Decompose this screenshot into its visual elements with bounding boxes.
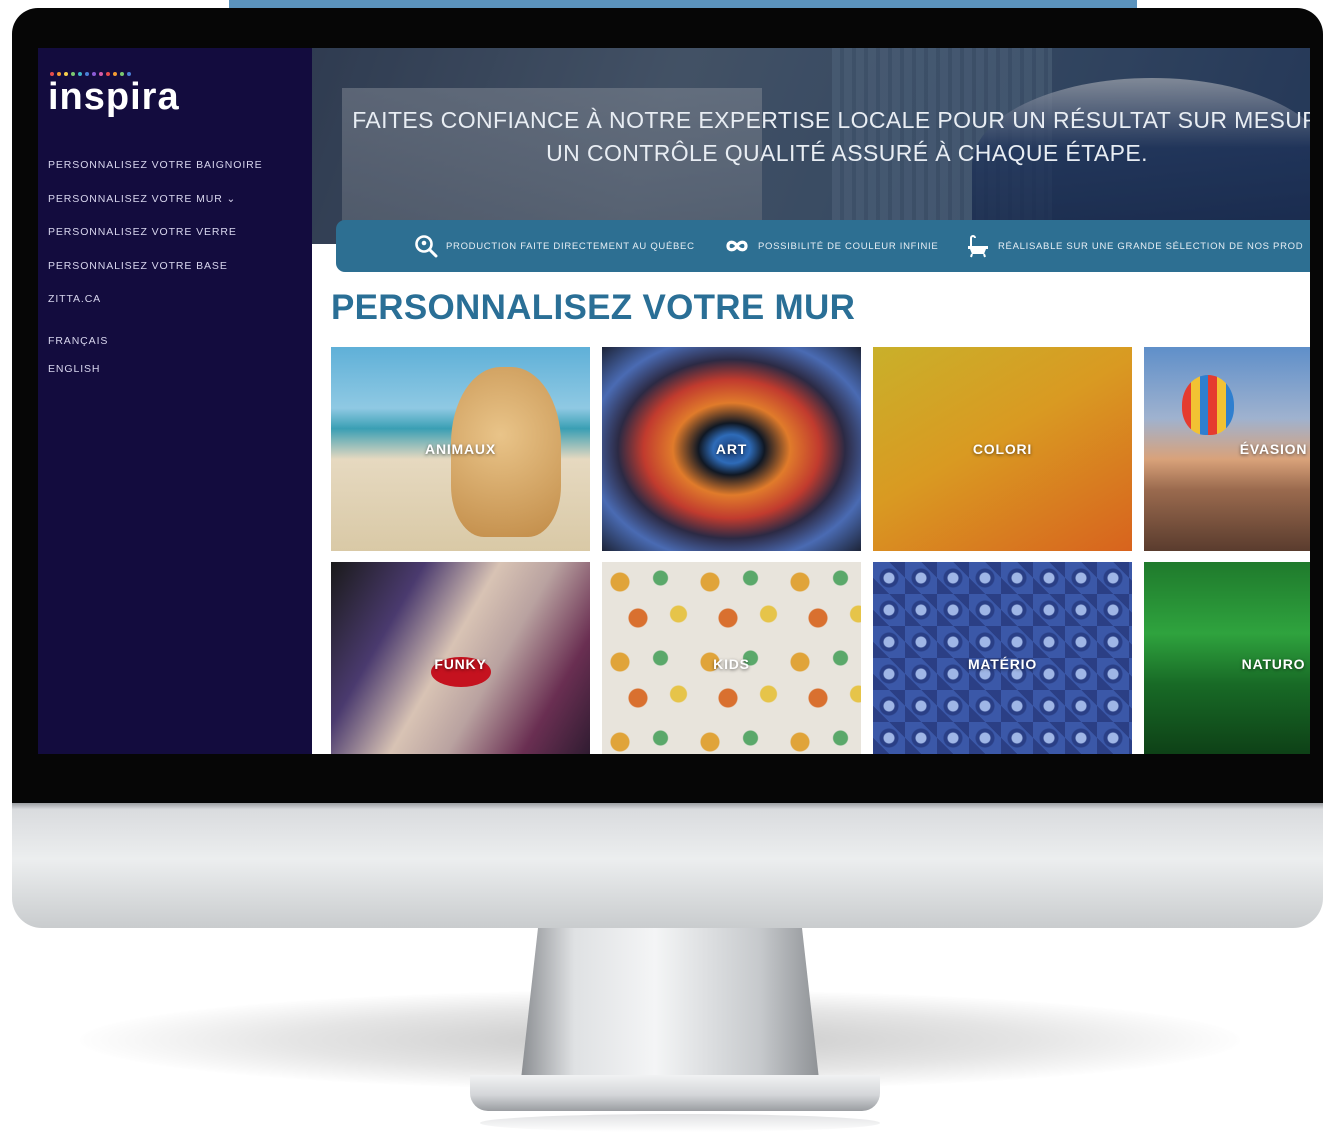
tile-label: ÉVASION (1239, 441, 1308, 457)
menu-item-baignoire[interactable]: PERSONNALISEZ VOTRE BAIGNOIRE (48, 158, 263, 192)
tile-label: ART (715, 441, 748, 457)
hero-line-2: UN CONTRÔLE QUALITÉ ASSURÉ À CHAQUE ÉTAP… (546, 140, 1148, 166)
category-tile-art[interactable]: ART (602, 347, 861, 551)
logo-text: inspira (48, 76, 180, 118)
monitor: inspira PERSONNALISEZ VOTRE BAIGNOIRE PE… (12, 8, 1323, 928)
tile-label: FUNKY (434, 656, 487, 672)
category-tile-animaux[interactable]: ANIMAUX (331, 347, 590, 551)
tile-label: KIDS (713, 656, 750, 672)
monitor-stand-base (470, 1075, 880, 1111)
menu-item-base[interactable]: PERSONNALISEZ VOTRE BASE (48, 259, 263, 293)
monitor-stand-neck (520, 928, 820, 1088)
tile-label: MATÉRIO (967, 656, 1038, 672)
feature-text: RÉALISABLE SUR UNE GRANDE SÉLECTION DE N… (998, 240, 1304, 252)
bathtub-icon (968, 235, 988, 258)
infinity-icon (726, 240, 748, 252)
page-title: PERSONNALISEZ VOTRE MUR (331, 288, 856, 327)
category-tile-naturo[interactable]: NATURO (1144, 562, 1310, 754)
feature-bar: PRODUCTION FAITE DIRECTEMENT AU QUÉBEC P… (336, 220, 1310, 272)
tile-label: COLORI (972, 441, 1033, 457)
menu-item-verre[interactable]: PERSONNALISEZ VOTRE VERRE (48, 225, 263, 259)
main-content: FAITES CONFIANCE À NOTRE EXPERTISE LOCAL… (312, 48, 1310, 754)
stand-reflection (480, 1114, 880, 1132)
sidebar-menu: PERSONNALISEZ VOTRE BAIGNOIRE PERSONNALI… (48, 158, 263, 390)
screen: inspira PERSONNALISEZ VOTRE BAIGNOIRE PE… (38, 48, 1310, 754)
feature-text: POSSIBILITÉ DE COULEUR INFINIE (758, 240, 939, 252)
feature-text: PRODUCTION FAITE DIRECTEMENT AU QUÉBEC (446, 240, 695, 252)
menu-item-zitta[interactable]: ZITTA.CA (48, 292, 263, 326)
feature-quebec: PRODUCTION FAITE DIRECTEMENT AU QUÉBEC (414, 220, 695, 272)
logo[interactable]: inspira (48, 72, 180, 117)
balloon-shape (1182, 375, 1234, 435)
category-tile-kids[interactable]: KIDS (602, 562, 861, 754)
hero-banner: FAITES CONFIANCE À NOTRE EXPERTISE LOCAL… (312, 48, 1310, 244)
category-tile-colori[interactable]: COLORI (873, 347, 1132, 551)
category-tile-evasion[interactable]: ÉVASION (1144, 347, 1310, 551)
language-english[interactable]: ENGLISH (48, 362, 263, 390)
monitor-chin (12, 803, 1323, 928)
location-search-icon (415, 235, 438, 258)
feature-couleur: POSSIBILITÉ DE COULEUR INFINIE (724, 220, 938, 272)
hero-text: FAITES CONFIANCE À NOTRE EXPERTISE LOCAL… (312, 104, 1310, 170)
category-tile-materio[interactable]: MATÉRIO (873, 562, 1132, 754)
menu-gap (48, 326, 263, 334)
tile-label: NATURO (1241, 656, 1306, 672)
hero-line-1: FAITES CONFIANCE À NOTRE EXPERTISE LOCAL… (352, 107, 1310, 133)
feature-selection: RÉALISABLE SUR UNE GRANDE SÉLECTION DE N… (966, 220, 1303, 272)
category-tile-funky[interactable]: FUNKY (331, 562, 590, 754)
language-francais[interactable]: FRANÇAIS (48, 334, 263, 362)
sidebar: inspira PERSONNALISEZ VOTRE BAIGNOIRE PE… (38, 48, 312, 754)
tile-label: ANIMAUX (425, 441, 496, 457)
menu-item-mur[interactable]: PERSONNALISEZ VOTRE MUR ⌄ (48, 192, 263, 226)
